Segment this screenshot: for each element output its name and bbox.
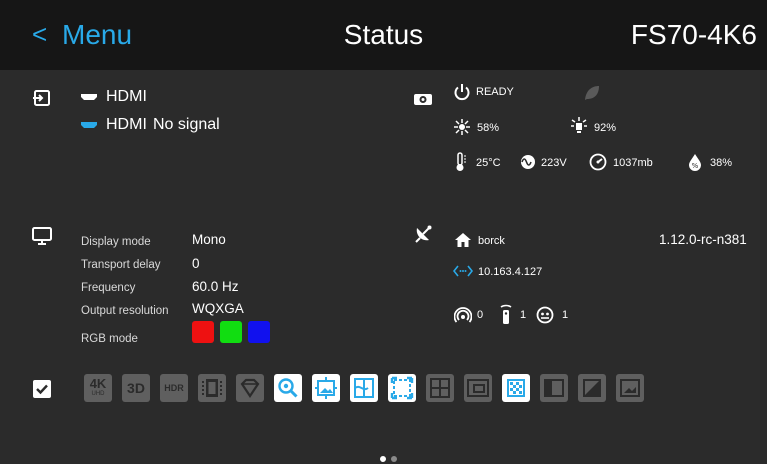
remote-control-icon [500, 304, 512, 324]
humidity-drop-icon: % [689, 154, 701, 171]
header-bar: < Menu Status FS70-4K6 [0, 0, 767, 70]
output-resolution-label: Output resolution [81, 305, 169, 317]
3d-icon: 3D [122, 374, 150, 402]
pressure-gauge-icon [589, 153, 607, 171]
light-output-value: 92% [594, 122, 617, 134]
page-indicator-dot-2[interactable] [391, 456, 397, 462]
monitor-icon [32, 227, 52, 245]
3d-text: 3D [127, 380, 145, 396]
laser-power-value: 58% [477, 122, 500, 134]
pressure-value: 1037mb [613, 157, 653, 169]
wireless-icon [454, 307, 472, 323]
ip-address-icon [453, 265, 473, 277]
blend-icon [388, 374, 416, 402]
transport-delay-value: 0 [192, 256, 200, 271]
transport-delay-label: Transport delay [81, 259, 161, 271]
device-name: FS70-4K6 [630, 19, 757, 50]
signal-status: No signal [153, 116, 220, 133]
output-resolution-value: WQXGA [192, 301, 244, 316]
film-icon [198, 374, 226, 402]
test-pattern-icon [502, 374, 530, 402]
4k-uhd-icon: 4K UHD [84, 374, 112, 402]
network-satellite-icon [415, 225, 432, 243]
grid-icon [426, 374, 454, 402]
hdr-icon: HDR [160, 374, 188, 402]
firmware-version: 1.12.0-rc-n381 [659, 232, 747, 247]
signal-name: HDMI [106, 116, 147, 133]
projector-state: READY [476, 86, 514, 98]
hostname-value: borck [478, 235, 505, 247]
image-fit-icon [312, 374, 340, 402]
projector-icon [414, 94, 432, 105]
pip-icon [464, 374, 492, 402]
eco-leaf-icon [585, 86, 599, 100]
page-indicator-dot-1[interactable] [380, 456, 386, 462]
rgb-mode-label: RGB mode [81, 333, 138, 345]
input-name: HDMI [106, 88, 147, 105]
diamond-icon [236, 374, 264, 402]
sensor-count: 1 [562, 309, 569, 321]
frequency-value: 60.0 Hz [192, 279, 239, 294]
rgb-blue-swatch [248, 321, 270, 343]
thermometer-icon [456, 152, 466, 171]
ip-address-value: 10.163.4.127 [478, 266, 543, 278]
zoom-magnifier-icon [274, 374, 302, 402]
voltage-icon [521, 155, 535, 169]
display-mode-value: Mono [192, 232, 226, 247]
home-icon [455, 233, 471, 247]
4k-text: 4K [89, 376, 107, 391]
wireless-count: 0 [477, 309, 484, 321]
picture-icon [616, 374, 644, 402]
power-icon [454, 84, 470, 101]
ir-sensor-icon [536, 306, 554, 324]
checkbox-checked-icon [33, 380, 51, 398]
laser-icon [454, 119, 470, 135]
hdr-text: HDR [164, 383, 184, 393]
voltage-value: 223V [541, 157, 567, 169]
rgb-red-swatch [192, 321, 214, 343]
frequency-label: Frequency [81, 282, 136, 294]
input-source-icon [33, 90, 50, 106]
svg-text:%: % [692, 162, 699, 170]
humidity-value: 38% [710, 157, 733, 169]
hdmi-port-icon [81, 94, 97, 100]
rgb-green-swatch [220, 321, 242, 343]
uhd-text: UHD [91, 391, 105, 397]
display-mode-label: Display mode [81, 236, 151, 248]
light-output-icon [571, 117, 587, 133]
hdmi-signal-icon [81, 122, 97, 128]
temperature-value: 25°C [476, 157, 501, 169]
diagonal-split-icon [578, 374, 606, 402]
remote-count: 1 [520, 309, 527, 321]
warp-icon [350, 374, 378, 402]
side-by-side-icon [540, 374, 568, 402]
